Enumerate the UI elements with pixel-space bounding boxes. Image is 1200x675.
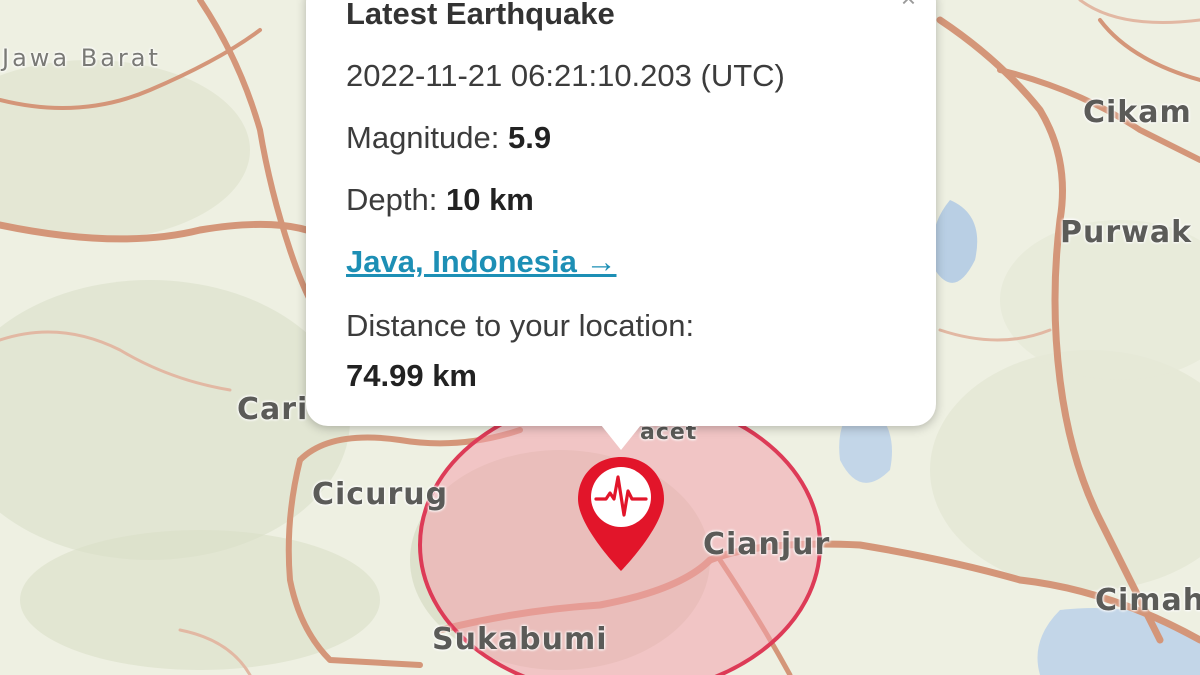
- magnitude-value: 5.9: [508, 120, 552, 155]
- map-label-cimahi: Cimah: [1095, 583, 1200, 618]
- earthquake-info-popup: × Latest Earthquake 2022-11-21 06:21:10.…: [306, 0, 936, 426]
- depth-value: 10 km: [445, 182, 534, 217]
- map-label-cikampek: Cikam: [1083, 95, 1192, 130]
- map-label-sukabumi: Sukabumi: [432, 622, 608, 657]
- earthquake-time: 2022-11-21 06:21:10.203 (UTC): [346, 58, 785, 93]
- map-label-cianjur: Cianjur: [703, 527, 831, 562]
- magnitude-label: Magnitude:: [346, 120, 500, 155]
- distance-label: Distance to your location:: [346, 308, 695, 343]
- map-label-jawa-barat: Jawa Barat: [2, 44, 161, 72]
- popup-pointer: [597, 420, 645, 450]
- magnitude-row: Magnitude: 5.9: [346, 120, 551, 156]
- location-row: Java, Indonesia →: [346, 244, 617, 280]
- distance-value: 74.99 km: [346, 358, 477, 393]
- location-link[interactable]: Java, Indonesia →: [346, 244, 617, 279]
- close-popup-button[interactable]: ×: [901, 0, 916, 11]
- earthquake-marker-pin[interactable]: [574, 453, 668, 575]
- map-label-purwakarta: Purwak: [1060, 215, 1193, 250]
- depth-row: Depth: 10 km: [346, 182, 534, 218]
- depth-label: Depth:: [346, 182, 438, 217]
- popup-title: Latest Earthquake: [346, 0, 615, 31]
- map-label-cariu: Cari: [237, 392, 309, 427]
- map-label-cicurug: Cicurug: [312, 477, 449, 512]
